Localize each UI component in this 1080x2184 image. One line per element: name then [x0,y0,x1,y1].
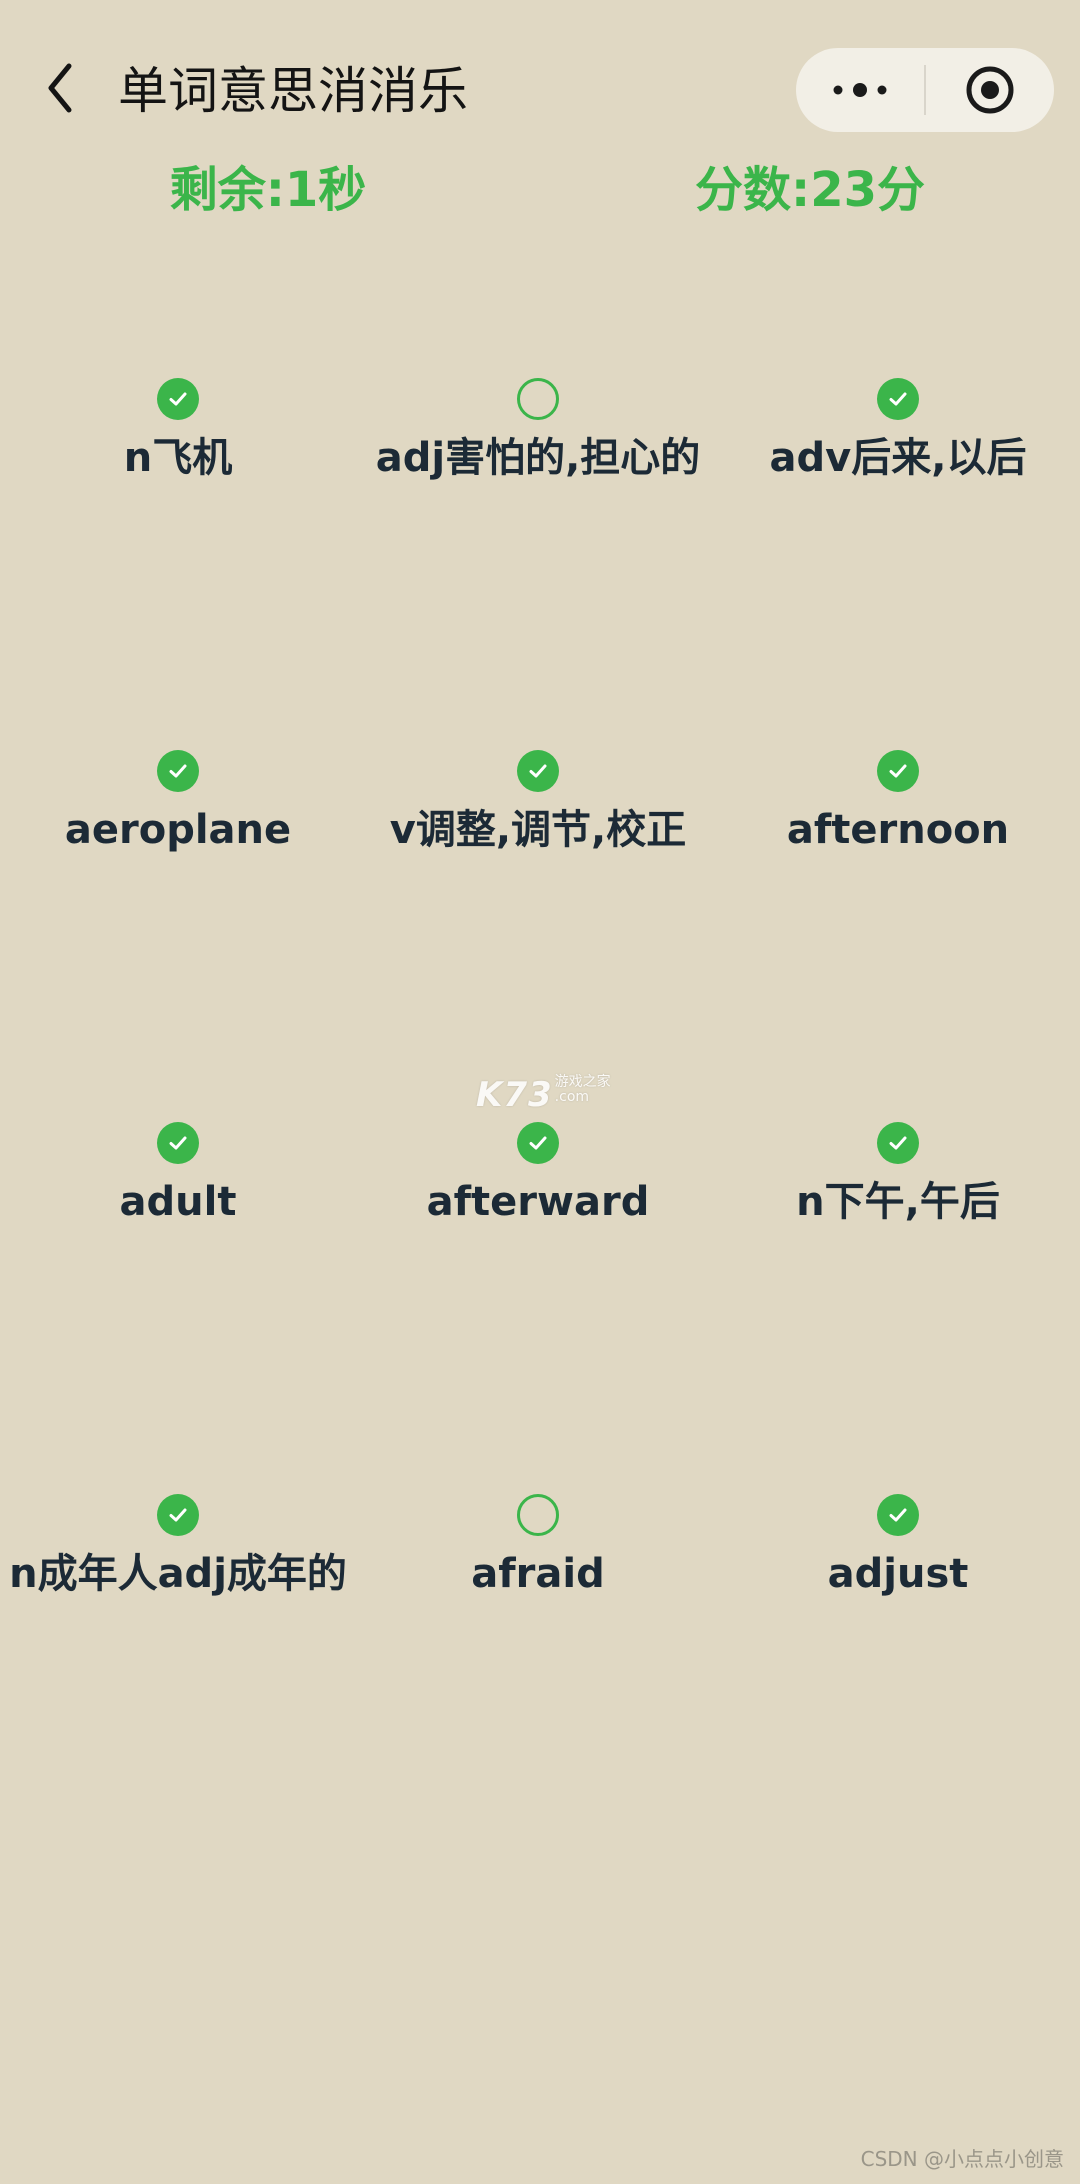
word-card-label: v调整,调节,校正 [389,807,687,853]
word-card-label: n成年人adj成年的 [9,1551,347,1597]
checkmark-circle-icon [157,1122,199,1164]
empty-circle-icon [517,1494,559,1536]
checkmark-circle-icon [517,750,559,792]
watermark-main: K73 [476,1075,553,1115]
checkmark-circle-icon [877,750,919,792]
word-card[interactable]: aeroplane [0,750,358,860]
word-card[interactable]: n下午,午后 [718,1122,1078,1232]
watermark-side: 游戏之家 .com [555,1075,611,1105]
word-card[interactable]: afternoon [718,750,1078,860]
word-card-label: adjust [827,1551,969,1597]
word-card[interactable]: adj害怕的,担心的 [358,378,718,488]
checkmark-circle-icon [157,378,199,420]
word-card[interactable]: afterward [358,1122,718,1232]
checkmark-circle-icon [157,1494,199,1536]
word-card-label: afraid [471,1551,605,1597]
word-grid: n飞机 adj害怕的,担心的 adv后来,以后 aeroplane v调整,调节,校正 a… [0,0,1080,1700]
footer-credit: CSDN @小点点小创意 [860,2147,1064,2171]
word-card-label: adv后来,以后 [769,435,1027,481]
watermark-top: 游戏之家 [554,1074,611,1090]
empty-circle-icon [517,378,559,420]
checkmark-circle-icon [877,1494,919,1536]
word-card-label: n飞机 [123,435,233,481]
word-card-label: aeroplane [64,807,292,853]
checkmark-circle-icon [877,378,919,420]
word-card[interactable]: adult [0,1122,358,1232]
watermark-bottom: .com [554,1089,590,1105]
word-card-label: afternoon [786,807,1010,853]
word-card[interactable]: adv后来,以后 [718,378,1078,488]
watermark-logo: K73 游戏之家 .com [476,1075,611,1116]
checkmark-circle-icon [877,1122,919,1164]
word-card[interactable]: adjust [718,1494,1078,1604]
word-card-label: n下午,午后 [796,1179,1000,1225]
word-card-label: afterward [426,1179,650,1225]
word-card[interactable]: afraid [358,1494,718,1604]
word-card[interactable]: v调整,调节,校正 [358,750,718,860]
checkmark-circle-icon [517,1122,559,1164]
word-card-label: adj害怕的,担心的 [375,435,701,481]
word-card[interactable]: n成年人adj成年的 [0,1494,358,1604]
checkmark-circle-icon [157,750,199,792]
word-card-label: adult [119,1179,237,1225]
word-card[interactable]: n飞机 [0,378,358,488]
